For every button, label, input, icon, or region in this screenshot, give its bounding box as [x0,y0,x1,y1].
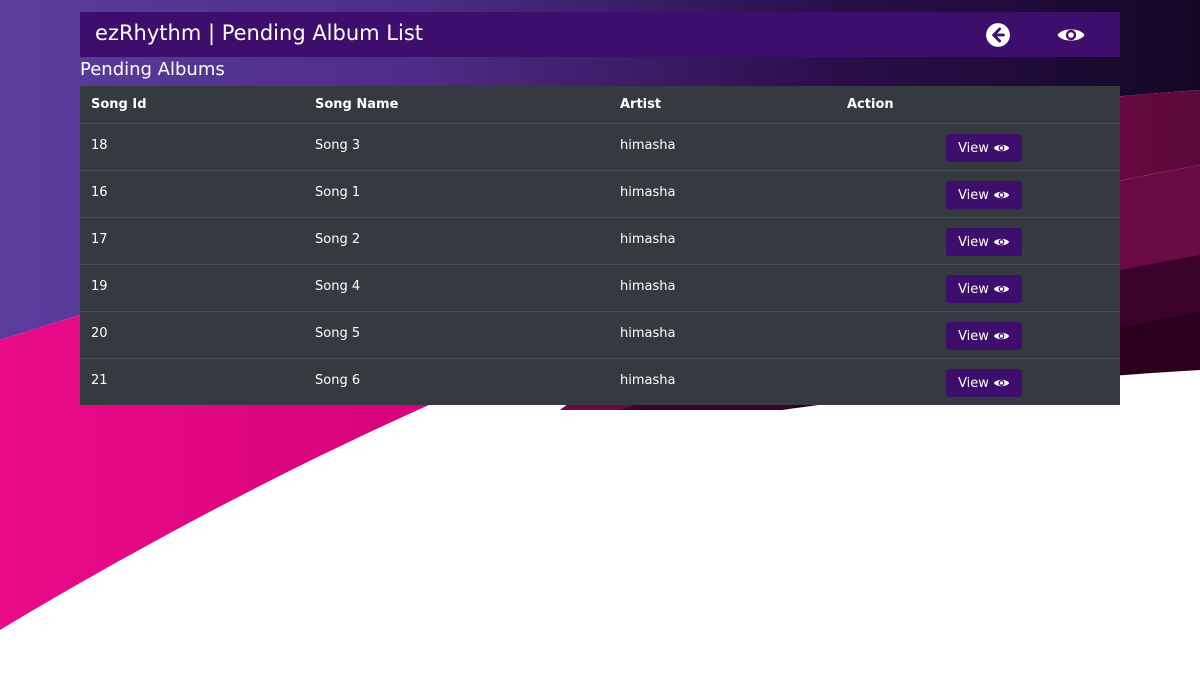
table-row: 21 Song 6 himasha View [80,358,1120,405]
cell-action: View [836,311,1120,359]
view-button-label: View [958,328,989,344]
cell-artist: himasha [609,217,836,265]
cell-action: View [836,264,1120,312]
table-row: 18 Song 3 himasha View [80,123,1120,171]
view-button[interactable]: View [946,181,1022,209]
cell-artist: himasha [609,170,836,218]
cell-song-name: Song 6 [304,358,609,405]
table-row: 19 Song 4 himasha View [80,264,1120,312]
cell-song-id: 16 [80,170,304,218]
cell-song-name: Song 3 [304,123,609,171]
cell-action: View [836,170,1120,218]
cell-song-id: 19 [80,264,304,312]
table-row: 16 Song 1 himasha View [80,170,1120,218]
table-header-row: Song Id Song Name Artist Action [80,86,1120,124]
view-button-label: View [958,375,989,391]
cell-song-id: 20 [80,311,304,359]
header-song-id: Song Id [80,86,304,124]
view-button-label: View [958,140,989,156]
cell-artist: himasha [609,358,836,405]
arrow-circle-left-icon[interactable] [985,22,1011,48]
view-button[interactable]: View [946,369,1022,397]
table-row: 17 Song 2 himasha View [80,217,1120,265]
view-button-label: View [958,187,989,203]
eye-icon [993,285,1010,293]
table-row: 20 Song 5 himasha View [80,311,1120,359]
view-button-label: View [958,281,989,297]
cell-action: View [836,123,1120,171]
eye-icon [993,238,1010,246]
cell-artist: himasha [609,311,836,359]
cell-action: View [836,358,1120,405]
eye-icon[interactable] [1056,22,1086,48]
cell-song-id: 18 [80,123,304,171]
page-title: Pending Albums [80,59,225,80]
cell-artist: himasha [609,123,836,171]
eye-icon [993,191,1010,199]
view-button[interactable]: View [946,228,1022,256]
cell-song-name: Song 1 [304,170,609,218]
view-button[interactable]: View [946,134,1022,162]
view-button[interactable]: View [946,322,1022,350]
view-button-label: View [958,234,989,250]
header-song-name: Song Name [304,86,609,124]
pending-albums-table: Song Id Song Name Artist Action 18 Song … [80,86,1120,405]
cell-artist: himasha [609,264,836,312]
pending-albums-table-container: Song Id Song Name Artist Action 18 Song … [80,86,1120,405]
view-button[interactable]: View [946,275,1022,303]
cell-song-name: Song 5 [304,311,609,359]
cell-song-id: 17 [80,217,304,265]
eye-icon [993,144,1010,152]
header-action: Action [836,86,1120,124]
cell-song-name: Song 2 [304,217,609,265]
cell-song-id: 21 [80,358,304,405]
eye-icon [993,379,1010,387]
navbar: ezRhythm | Pending Album List [80,12,1120,57]
cell-song-name: Song 4 [304,264,609,312]
header-artist: Artist [609,86,836,124]
cell-action: View [836,217,1120,265]
eye-icon [993,332,1010,340]
app-brand-title[interactable]: ezRhythm | Pending Album List [95,12,423,54]
